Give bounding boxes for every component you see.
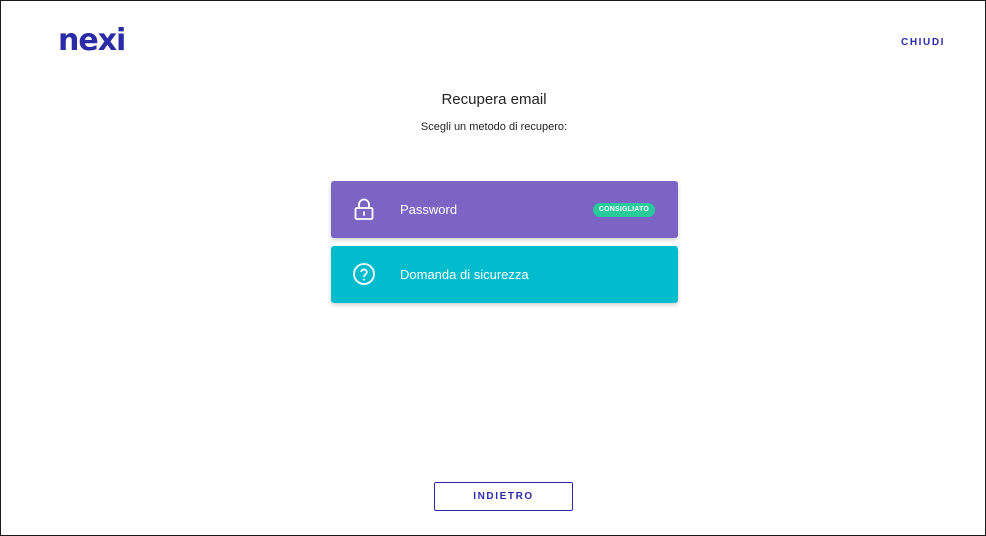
close-button[interactable]: CHIUDI [901, 37, 945, 48]
nexi-logo: nexi [58, 23, 126, 58]
lock-icon [352, 197, 376, 221]
page-title: Recupera email [441, 91, 547, 108]
back-button[interactable]: INDIETRO [434, 482, 573, 511]
method-password-label: Password [400, 202, 458, 217]
question-circle-icon [352, 262, 376, 286]
recovery-page: nexi CHIUDI Recupera email Scegli un met… [0, 0, 986, 536]
method-security-question-option[interactable]: Domanda di sicurezza [331, 246, 678, 303]
page-subtitle: Scegli un metodo di recupero: [420, 121, 568, 133]
recommended-badge: CONSIGLIATO [592, 203, 655, 217]
method-security-question-label: Domanda di sicurezza [400, 267, 529, 282]
method-password-option[interactable]: Password CONSIGLIATO [331, 181, 678, 238]
